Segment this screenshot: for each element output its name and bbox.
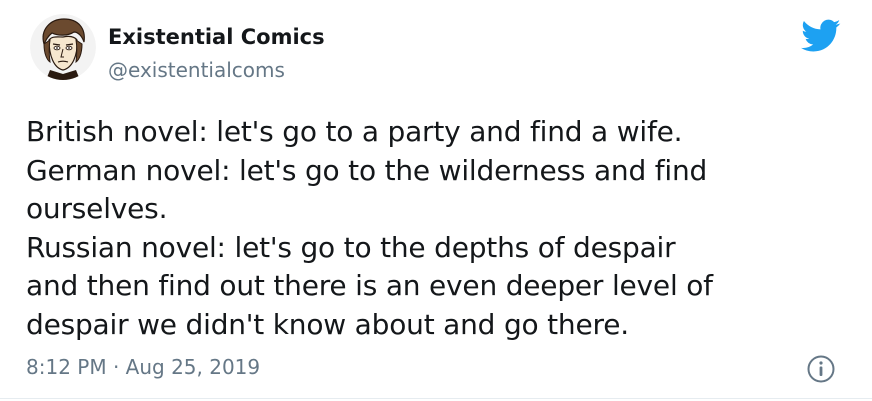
cartoon-portrait-avatar-icon (30, 14, 96, 80)
tweet-text-line: Russian novel: let's go to the depths of… (26, 230, 676, 264)
divider (0, 398, 872, 399)
tweet-text-line: and then find out there is an even deepe… (26, 269, 713, 302)
tweet-text: British novel: let's go to a party and f… (26, 113, 856, 344)
info-icon[interactable] (806, 354, 836, 384)
tweet-text-line: German novel: let's go to the wilderness… (26, 153, 708, 187)
tweet-timestamp[interactable]: 8:12 PM · Aug 25, 2019 (26, 354, 260, 380)
twitter-bird-icon[interactable] (801, 19, 841, 53)
tweet-text-line: despair we didn't know about and go ther… (26, 307, 629, 341)
tweet-text-line: ourselves. (26, 192, 168, 225)
author-handle[interactable]: @existentialcoms (108, 57, 285, 83)
author-display-name[interactable]: Existential Comics (108, 24, 325, 50)
tweet-card: Existential Comics @existentialcoms Brit… (0, 0, 872, 401)
avatar[interactable] (30, 14, 96, 80)
tweet-text-line: British novel: let's go to a party and f… (26, 115, 683, 148)
